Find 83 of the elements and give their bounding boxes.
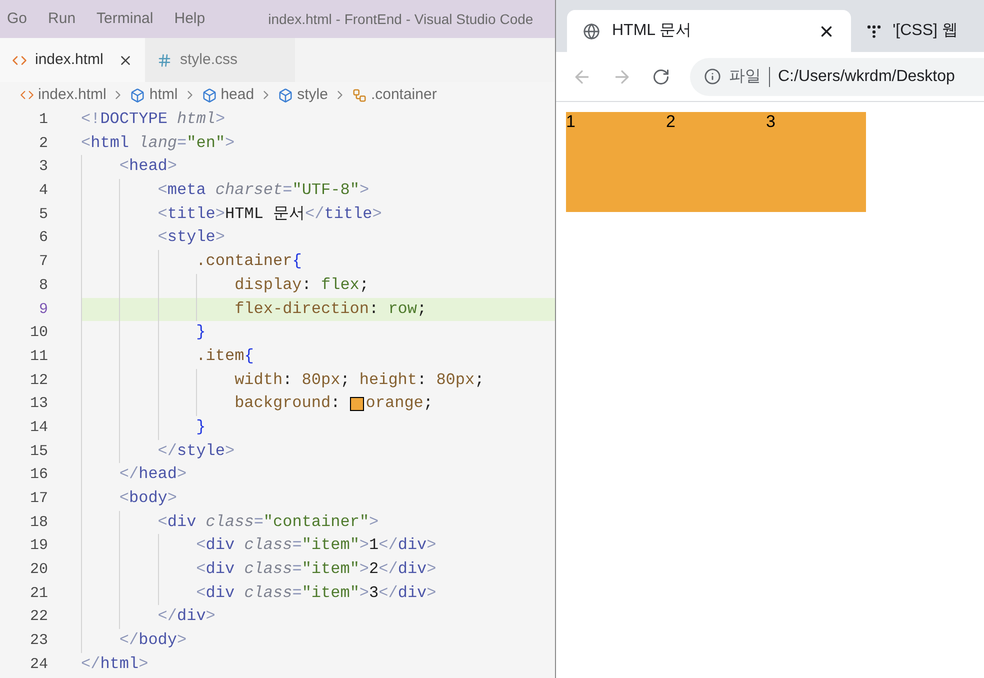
line-number: 4 — [38, 181, 48, 202]
address-label: 파일 — [729, 66, 761, 86]
selector-icon — [352, 88, 367, 102]
code-text: <title>HTML 문서</title> — [158, 204, 382, 225]
line-number: 15 — [28, 442, 48, 462]
globe-icon — [583, 22, 600, 40]
menu-item[interactable]: Terminal — [96, 8, 154, 30]
code-text: <div class="item">3</div> — [196, 582, 436, 604]
code-text: <!DOCTYPE html> — [81, 109, 226, 130]
line-number: 12 — [28, 370, 48, 391]
menu-item[interactable]: Help — [174, 8, 206, 30]
line-number: 24 — [28, 654, 48, 675]
line-number: 18 — [28, 512, 48, 533]
code-text: <div class="item">2</div> — [196, 559, 436, 580]
cube-icon — [278, 88, 294, 102]
line-number: 20 — [28, 560, 48, 580]
code-text: <body> — [119, 488, 178, 509]
code-text: <style> — [158, 227, 226, 248]
line-number: 8 — [38, 276, 48, 296]
code-text: <meta charset="UTF-8"> — [158, 180, 370, 202]
code-text: background: — [234, 393, 342, 414]
cube-icon — [130, 88, 146, 102]
code-text: display: flex; — [234, 274, 369, 296]
breadcrumb-item[interactable]: .container — [370, 84, 437, 106]
line-number: 1 — [38, 110, 48, 130]
code-text: <div class="item">1</div> — [196, 535, 436, 556]
line-number: 23 — [28, 631, 48, 652]
code-text: <div class="container"> — [158, 512, 379, 533]
line-number: 3 — [38, 157, 48, 178]
flex-item-text: 3 — [766, 112, 776, 132]
tab-label: style.css — [180, 50, 238, 70]
browser-tab[interactable]: '[CSS] 웹 — [850, 10, 984, 52]
code-text: width: 80px; height: 80px; — [234, 370, 484, 391]
breadcrumb-item[interactable]: index.html — [38, 84, 106, 106]
code-icon — [20, 88, 34, 102]
code-text: </html> — [81, 654, 148, 675]
breadcrumb-item[interactable]: html — [149, 84, 178, 106]
code-text: .item{ — [196, 346, 254, 367]
breadcrumb-item[interactable]: style — [297, 84, 328, 106]
line-number: 7 — [38, 252, 48, 272]
code-text: .container{ — [196, 251, 302, 272]
editor-tab[interactable]: style.css — [145, 38, 295, 82]
editor-tab[interactable]: index.html — [0, 38, 145, 82]
code-text: </body> — [119, 630, 187, 652]
code-text: orange; — [366, 393, 433, 414]
code-text: } — [196, 322, 206, 344]
line-number: 21 — [28, 584, 48, 604]
line-number: 17 — [28, 489, 48, 509]
line-number: 6 — [38, 228, 48, 248]
code-text: <head> — [119, 156, 178, 178]
code-text: </head> — [119, 464, 187, 486]
menu-item[interactable]: Go — [7, 8, 28, 30]
cube-icon — [202, 88, 217, 102]
tab-title: '[CSS] 웹 — [892, 21, 958, 41]
address-bar[interactable]: 파일 C:/Users/wkrdm/Desktop — [690, 58, 984, 96]
breadcrumb-item[interactable]: head — [220, 84, 254, 106]
tab-title: HTML 문서 — [612, 21, 692, 41]
line-number: 5 — [38, 204, 48, 225]
hash-icon — [157, 52, 172, 68]
window-title: index.html - FrontEnd - Visual Studio Code — [268, 10, 534, 28]
code-text: <html lang="en"> — [81, 132, 235, 154]
line-number: 10 — [28, 323, 48, 344]
code-text: </style> — [158, 440, 235, 462]
line-number: 16 — [28, 465, 48, 486]
line-number: 11 — [28, 346, 48, 367]
info-icon — [704, 68, 721, 85]
reload-icon[interactable] — [652, 68, 670, 86]
line-number: 22 — [28, 607, 48, 628]
menu-item[interactable]: Run — [48, 8, 76, 30]
code-text: </div> — [158, 606, 216, 628]
dots-icon — [866, 24, 881, 38]
flex-item-text: 2 — [666, 112, 676, 132]
address-url: C:/Users/wkrdm/Desktop — [778, 66, 955, 86]
browser-tab[interactable]: HTML 문서 — [567, 10, 851, 52]
line-number: 9 — [38, 300, 48, 320]
code-text: } — [196, 416, 206, 438]
flex-item-text: 1 — [566, 112, 576, 132]
code-text: flex-direction: row; — [234, 298, 427, 320]
line-number: 14 — [28, 418, 48, 438]
tab-label: index.html — [35, 50, 104, 70]
line-number: 19 — [28, 536, 48, 556]
line-number: 13 — [28, 394, 48, 414]
line-number: 2 — [38, 134, 48, 154]
